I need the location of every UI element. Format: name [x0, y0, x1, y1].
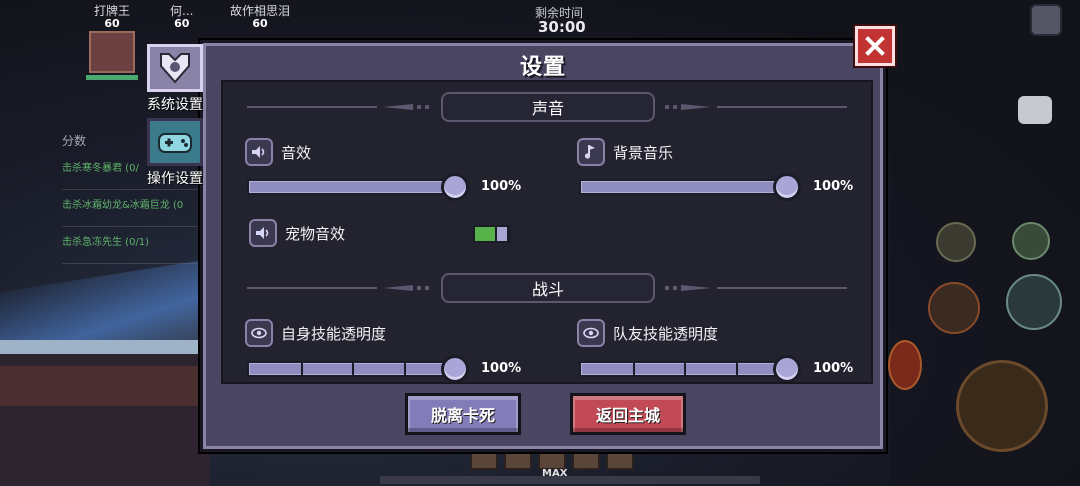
ornament-icon — [383, 285, 429, 291]
skill-button[interactable] — [928, 282, 980, 334]
self-skill-slider[interactable] — [247, 355, 469, 382]
eye-icon — [577, 319, 605, 347]
team-skill-value: 100% — [813, 361, 854, 376]
team-skill-opacity-setting: 队友技能透明度 — [577, 319, 718, 347]
section-title: 声音 — [441, 92, 655, 122]
slider-segment — [684, 363, 686, 375]
divider — [717, 287, 847, 289]
section-header-sound: 声音 — [223, 92, 871, 122]
health-bar — [86, 75, 138, 80]
slider-segment — [632, 363, 635, 375]
tab-system-settings[interactable]: 系统设置 — [140, 44, 210, 114]
bgm-slider[interactable] — [579, 173, 801, 201]
setting-label: 自身技能透明度 — [281, 324, 387, 343]
exp-bar — [380, 476, 760, 484]
music-note-icon — [577, 138, 605, 166]
ornament-icon — [665, 104, 711, 110]
player-chip[interactable]: 故作相思泪 60 — [230, 2, 290, 30]
player-level: 60 — [252, 17, 268, 30]
snow-layer — [0, 340, 210, 354]
section-title: 战斗 — [441, 273, 655, 303]
close-button[interactable] — [855, 26, 895, 66]
player-level: 60 — [174, 17, 190, 30]
skill-button[interactable] — [1012, 222, 1050, 260]
team-skill-slider[interactable] — [579, 355, 801, 382]
section-header-combat: 战斗 — [223, 273, 871, 303]
brick-wall — [0, 366, 210, 406]
settings-dialog: 设置 声音 音效 100% 背景音乐 100% 宠物音效 战斗 自身技能透明度 … — [200, 40, 886, 452]
gamepad-icon — [147, 118, 203, 166]
divider — [717, 106, 847, 108]
slider-knob[interactable] — [773, 173, 801, 201]
speaker-icon — [249, 219, 277, 247]
player-chip[interactable]: 打牌王 60 — [86, 2, 138, 80]
pet-sfx-toggle[interactable] — [473, 225, 511, 243]
slider-segment — [735, 363, 738, 375]
self-skill-value: 100% — [481, 361, 522, 376]
avatar — [89, 31, 135, 73]
slider-segment — [352, 363, 354, 375]
setting-label: 背景音乐 — [613, 143, 674, 162]
quest-item: 击杀冰霜幼龙&冰霜巨龙 (0 — [62, 194, 202, 227]
attack-button[interactable] — [956, 360, 1048, 452]
ground-tiles — [0, 340, 210, 486]
sfx-value: 100% — [481, 179, 522, 194]
speaker-icon — [245, 138, 273, 166]
slider-segment — [300, 363, 303, 375]
timer: 30:00 — [538, 18, 586, 36]
slider-segment — [403, 363, 406, 375]
skill-button[interactable] — [936, 222, 976, 262]
setting-label: 队友技能透明度 — [613, 324, 719, 343]
eye-icon — [245, 319, 273, 347]
settings-panel: 声音 音效 100% 背景音乐 100% 宠物音效 战斗 自身技能透明度 100… — [221, 80, 873, 384]
tab-label: 操作设置 — [147, 171, 203, 187]
player-chip[interactable]: 何... 60 — [170, 2, 193, 30]
skill-button[interactable] — [888, 340, 922, 390]
player-level: 60 — [104, 17, 120, 30]
slider-knob[interactable] — [773, 355, 801, 382]
skill-button[interactable] — [1006, 274, 1062, 330]
chat-icon[interactable] — [1018, 96, 1052, 124]
menu-icon[interactable] — [1030, 4, 1062, 36]
divider — [247, 106, 377, 108]
pet-sfx-setting: 宠物音效 — [249, 219, 345, 247]
sfx-slider[interactable] — [247, 173, 469, 201]
unstuck-button[interactable]: 脱离卡死 — [405, 393, 521, 435]
return-city-button[interactable]: 返回主城 — [570, 393, 686, 435]
toggle-on-fill — [475, 227, 497, 241]
slider-knob[interactable] — [441, 173, 469, 201]
ornament-icon — [383, 104, 429, 110]
bgm-value: 100% — [813, 179, 854, 194]
tab-label: 系统设置 — [147, 97, 203, 113]
setting-label: 音效 — [281, 143, 312, 162]
badge-icon — [147, 44, 203, 92]
bgm-setting: 背景音乐 — [577, 138, 673, 166]
ornament-icon — [665, 285, 711, 291]
quest-item: 击杀急冻先生 (0/1) — [62, 231, 202, 264]
max-label: MAX — [542, 468, 568, 479]
slider-knob[interactable] — [441, 355, 469, 382]
close-icon — [865, 36, 885, 56]
self-skill-opacity-setting: 自身技能透明度 — [245, 319, 386, 347]
sfx-setting: 音效 — [245, 138, 311, 166]
tab-control-settings[interactable]: 操作设置 — [140, 118, 210, 188]
divider — [247, 287, 377, 289]
toggle-thumb — [495, 225, 509, 243]
dialog-title: 设置 — [519, 55, 566, 80]
setting-label: 宠物音效 — [285, 224, 346, 243]
